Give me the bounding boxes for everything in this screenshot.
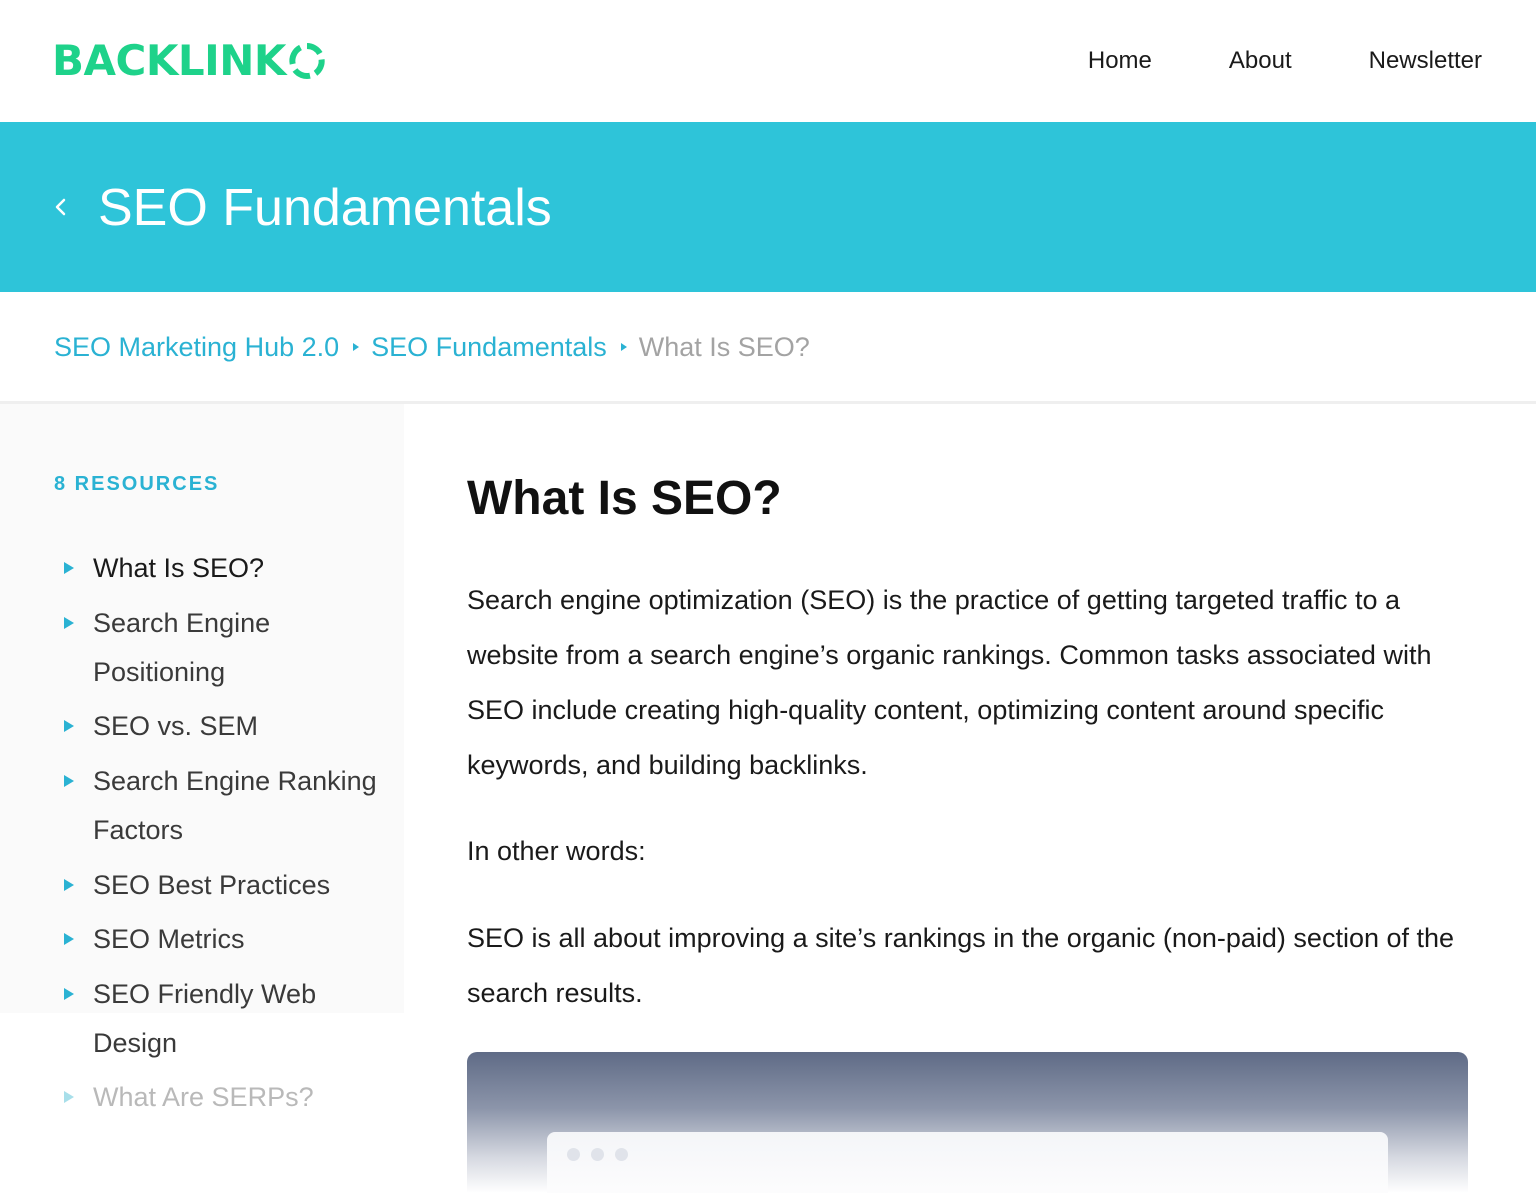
site-header: BACKLINK Home About Newsletter — [0, 0, 1536, 122]
sidebar-item-friendly-web-design[interactable]: SEO Friendly Web Design — [60, 970, 390, 1068]
window-dot-icon — [591, 1148, 604, 1161]
sidebar-item-label: What Is SEO? — [93, 553, 265, 583]
sidebar-item-label: SEO Metrics — [93, 924, 245, 954]
sidebar-item-seo-metrics[interactable]: SEO Metrics — [60, 915, 390, 964]
nav-newsletter[interactable]: Newsletter — [1369, 44, 1482, 78]
breadcrumb: SEO Marketing Hub 2.0 SEO Fundamentals W… — [54, 328, 810, 366]
sidebar-item-label: SEO Best Practices — [93, 870, 331, 900]
triangle-right-icon — [64, 775, 74, 787]
backlinko-logo[interactable]: BACKLINK — [52, 36, 326, 86]
article-paragraph-summary: SEO is all about improving a site’s rank… — [467, 923, 1455, 1008]
sidebar-item-ranking-factors[interactable]: Search Engine Ranking Factors — [60, 757, 390, 855]
breadcrumb-link-fundamentals[interactable]: SEO Fundamentals — [371, 328, 607, 366]
sidebar-item-search-engine-positioning[interactable]: Search Engine Positioning — [60, 599, 390, 697]
nav-home[interactable]: Home — [1088, 44, 1152, 78]
article-illustration — [467, 1052, 1468, 1193]
triangle-right-icon — [64, 988, 74, 1000]
sidebar-item-label: SEO Friendly Web Design — [93, 979, 317, 1058]
sidebar-item-best-practices[interactable]: SEO Best Practices — [60, 861, 390, 910]
sidebar-item-label: Search Engine Positioning — [93, 608, 271, 687]
window-dot-icon — [615, 1148, 628, 1161]
logo-text: BACKLINK — [52, 36, 286, 85]
breadcrumb-link-hub[interactable]: SEO Marketing Hub 2.0 — [54, 328, 339, 366]
sidebar-item-seo-vs-sem[interactable]: SEO vs. SEM — [60, 702, 390, 751]
main-nav: Home About Newsletter — [1011, 44, 1482, 78]
sidebar-item-what-are-serps[interactable]: What Are SERPs? — [60, 1073, 390, 1122]
chevron-left-icon[interactable] — [50, 192, 72, 222]
sidebar-item-label: Search Engine Ranking Factors — [93, 766, 377, 845]
triangle-right-icon — [64, 617, 74, 629]
breadcrumb-current: What Is SEO? — [638, 332, 810, 362]
triangle-right-icon — [64, 879, 74, 891]
article-paragraph-lead: In other words: — [467, 836, 646, 866]
nav-about[interactable]: About — [1229, 44, 1292, 78]
article-title: What Is SEO? — [467, 472, 782, 525]
banner-title: SEO Fundamentals — [98, 179, 552, 237]
triangle-right-icon — [64, 562, 74, 574]
ring-o-icon — [289, 43, 325, 79]
triangle-right-icon — [64, 720, 74, 732]
breadcrumb-separator-icon — [620, 343, 627, 351]
breadcrumb-separator-icon — [353, 343, 360, 351]
triangle-right-icon — [64, 1091, 74, 1103]
browser-window-illustration — [547, 1132, 1388, 1193]
triangle-right-icon — [64, 933, 74, 945]
sidebar-item-label: What Are SERPs? — [93, 1082, 314, 1112]
article-paragraph-intro: Search engine optimization (SEO) is the … — [467, 585, 1432, 780]
sidebar-item-what-is-seo[interactable]: What Is SEO? — [60, 544, 390, 593]
sidebar-item-label: SEO vs. SEM — [93, 711, 259, 741]
resources-heading: 8 RESOURCES — [54, 473, 220, 495]
window-dot-icon — [567, 1148, 580, 1161]
